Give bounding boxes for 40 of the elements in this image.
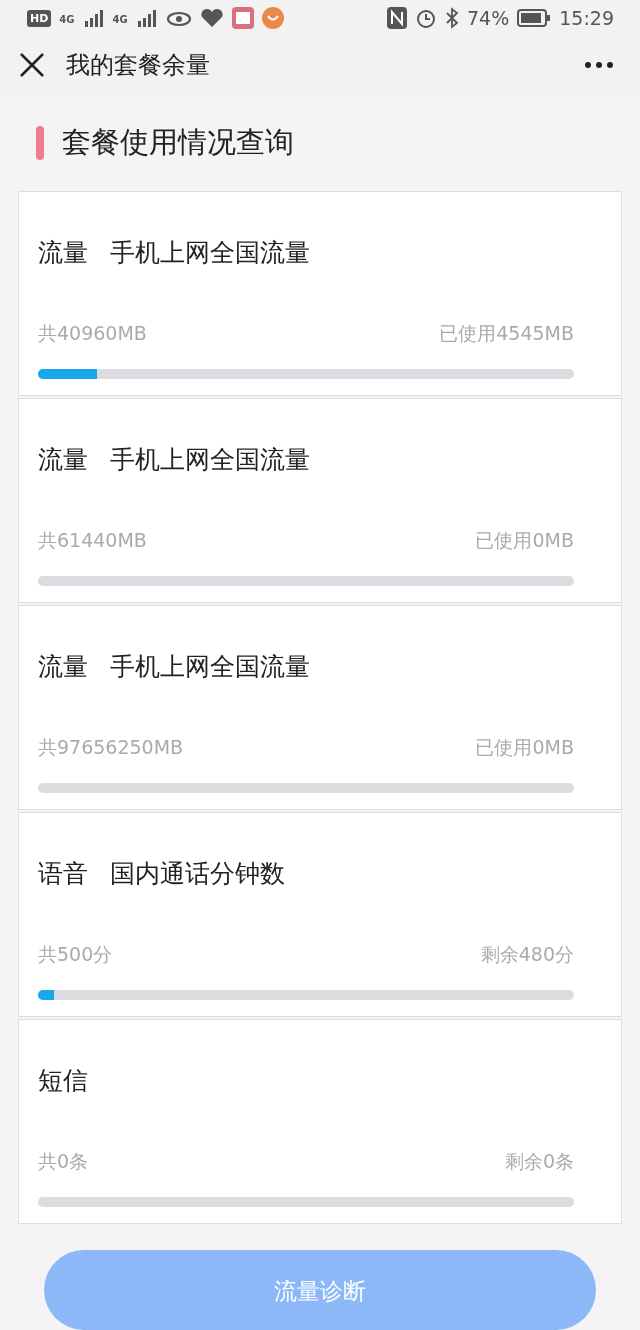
network-label: 4G — [59, 14, 75, 25]
plan-type: 短信 — [38, 1064, 88, 1097]
usage-label: 已使用0MB — [475, 735, 574, 760]
usage-label: 剩余480分 — [480, 942, 574, 967]
section-title: 套餐使用情况查询 — [62, 124, 294, 161]
total-label: 共40960MB — [38, 321, 147, 346]
battery-percent: 74% — [467, 7, 510, 30]
hd-badge: HD — [27, 9, 52, 27]
total-label: 共61440MB — [38, 528, 147, 553]
total-label: 共0条 — [38, 1149, 89, 1174]
page-title: 我的套餐余量 — [66, 49, 211, 81]
alarm-icon — [415, 7, 437, 30]
clock-time: 15:29 — [559, 7, 614, 30]
total-label: 共97656250MB — [38, 735, 184, 760]
usage-label: 已使用0MB — [475, 528, 574, 553]
plan-type: 流量 — [38, 650, 88, 683]
plan-name: 手机上网全国流量 — [110, 650, 310, 683]
usage-label: 已使用4545MB — [439, 321, 574, 346]
plan-type: 流量 — [38, 443, 88, 476]
battery-icon — [517, 9, 552, 28]
usage-label: 剩余0条 — [504, 1149, 574, 1174]
plan-name: 手机上网全国流量 — [110, 236, 310, 269]
section-marker — [36, 126, 44, 160]
more-icon[interactable] — [584, 60, 614, 69]
network-label: 4G — [112, 14, 128, 25]
signal-icon — [82, 9, 105, 28]
diagnose-button[interactable]: 流量诊断 — [44, 1250, 596, 1330]
book-icon — [231, 7, 254, 30]
plan-type: 语音 — [38, 857, 88, 890]
signal-icon — [135, 9, 158, 28]
plan-name: 国内通话分钟数 — [110, 857, 285, 890]
eye-icon — [165, 9, 192, 28]
plan-type: 流量 — [38, 236, 88, 269]
close-icon[interactable] — [18, 50, 46, 79]
plan-name: 手机上网全国流量 — [110, 443, 310, 476]
total-label: 共500分 — [38, 942, 113, 967]
bluetooth-icon — [445, 7, 459, 30]
nfc-icon — [387, 7, 407, 30]
heart-icon — [199, 8, 224, 29]
app-icon — [261, 7, 284, 30]
